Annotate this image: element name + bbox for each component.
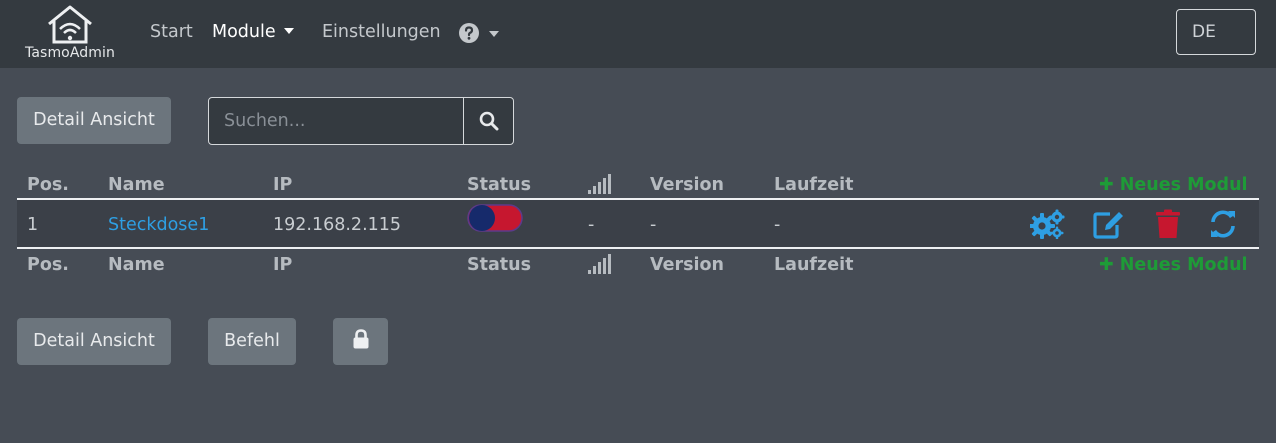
- col-version: Version: [650, 175, 724, 195]
- col-laufzeit: Laufzeit: [774, 175, 854, 195]
- foot-col-pos: Pos.: [27, 255, 69, 275]
- new-module-label: Neues Modul: [1119, 175, 1248, 195]
- edit-button[interactable]: [1091, 207, 1127, 241]
- delete-button[interactable]: [1150, 207, 1186, 241]
- lock-button[interactable]: [333, 318, 388, 365]
- nav-start[interactable]: Start: [150, 22, 193, 42]
- plus-icon: ✚: [1099, 175, 1114, 195]
- edit-icon: [1093, 212, 1123, 239]
- new-module-link-bottom[interactable]: ✚ Neues Modul: [1099, 255, 1248, 275]
- plus-icon: ✚: [1099, 255, 1114, 275]
- row-pos: 1: [27, 215, 39, 235]
- trash-icon: [1156, 209, 1180, 238]
- new-module-label: Neues Modul: [1119, 255, 1248, 275]
- navbar: TasmoAdmin Start Module Einstellungen DE: [0, 0, 1276, 68]
- table-divider-bottom: [17, 247, 1259, 249]
- detail-view-button[interactable]: Detail Ansicht: [17, 97, 171, 144]
- status-toggle[interactable]: [467, 203, 523, 232]
- search-icon: [479, 111, 499, 131]
- help-chevron-down-icon[interactable]: [489, 31, 499, 37]
- nav-module-label: Module: [212, 22, 276, 42]
- brand-name: TasmoAdmin: [25, 45, 115, 61]
- search-group: [208, 97, 514, 145]
- search-input[interactable]: [209, 98, 463, 144]
- brand-logo[interactable]: TasmoAdmin: [16, 4, 124, 64]
- command-button[interactable]: Befehl: [208, 318, 296, 365]
- config-button[interactable]: [1030, 207, 1066, 241]
- foot-col-ip: IP: [273, 255, 293, 275]
- toggle-switch: [467, 204, 523, 232]
- foot-col-laufzeit: Laufzeit: [774, 255, 854, 275]
- foot-col-status: Status: [467, 255, 532, 275]
- sync-icon: [1211, 210, 1235, 238]
- detail-view-button-bottom[interactable]: Detail Ansicht: [17, 318, 171, 365]
- new-module-link[interactable]: ✚ Neues Modul: [1099, 175, 1248, 195]
- foot-col-name: Name: [108, 255, 165, 275]
- col-status: Status: [467, 175, 532, 195]
- col-ip: IP: [273, 175, 293, 195]
- cogs-icon: [1030, 209, 1065, 239]
- foot-col-version: Version: [650, 255, 724, 275]
- question-circle-icon[interactable]: [459, 23, 479, 43]
- chevron-down-icon: [283, 28, 294, 34]
- col-pos: Pos.: [27, 175, 69, 195]
- row-name-link[interactable]: Steckdose1: [108, 215, 209, 235]
- nav-einstellungen[interactable]: Einstellungen: [322, 22, 441, 42]
- wifi-house-icon: [48, 5, 92, 44]
- lock-icon: [353, 329, 368, 349]
- row-ip: 192.168.2.115: [273, 215, 402, 235]
- col-name: Name: [108, 175, 165, 195]
- row-version: -: [650, 215, 657, 235]
- row-signal: -: [588, 215, 595, 235]
- search-button[interactable]: [463, 98, 514, 144]
- signal-icon: [588, 254, 611, 274]
- nav-module[interactable]: Module: [212, 22, 294, 42]
- refresh-button[interactable]: [1205, 207, 1241, 241]
- row-uptime: -: [774, 215, 781, 235]
- language-select[interactable]: DE: [1176, 9, 1256, 55]
- signal-icon: [588, 174, 611, 194]
